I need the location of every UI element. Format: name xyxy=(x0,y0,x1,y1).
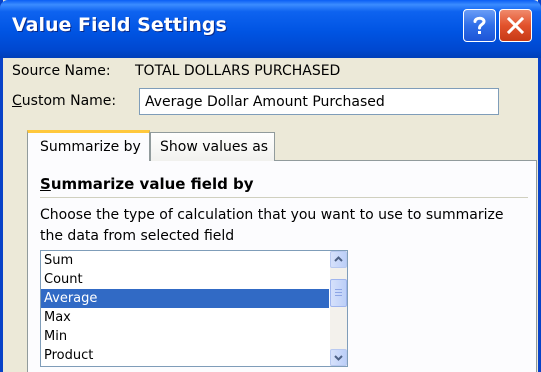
source-name-label: Source Name: xyxy=(12,63,111,79)
scroll-thumb[interactable] xyxy=(330,279,347,307)
tab-summarize-by[interactable]: Summarize by xyxy=(27,130,150,161)
list-item-max[interactable]: Max xyxy=(41,308,329,327)
custom-name-label: Custom Name: xyxy=(12,93,117,109)
chevron-down-icon xyxy=(334,355,343,361)
list-item-count[interactable]: Count xyxy=(41,270,329,289)
value-field-settings-dialog: Value Field Settings Source Name: TOTAL … xyxy=(0,0,541,372)
close-button[interactable] xyxy=(499,9,532,42)
list-item-sum[interactable]: Sum xyxy=(41,251,329,270)
grip-line xyxy=(335,295,342,296)
list-item-product[interactable]: Product xyxy=(41,346,329,365)
list-item-average[interactable]: Average xyxy=(41,289,329,308)
title-bar: Value Field Settings xyxy=(0,0,541,58)
grip-line xyxy=(335,292,342,293)
grip-line xyxy=(335,289,342,290)
listbox-scrollbar[interactable] xyxy=(330,251,347,366)
summary-function-listbox[interactable]: Sum Count Average Max Min Product xyxy=(40,250,348,367)
scroll-down-button[interactable] xyxy=(330,349,347,366)
close-x-icon xyxy=(506,16,525,35)
custom-name-input[interactable] xyxy=(139,88,499,115)
summarize-description: Choose the type of calculation that you … xyxy=(40,207,504,244)
list-item-min[interactable]: Min xyxy=(41,327,329,346)
section-heading: Summarize value field by xyxy=(40,175,254,193)
section-divider xyxy=(40,197,528,198)
tab-panel-summarize-by: Summarize value field by Choose the type… xyxy=(27,160,537,372)
source-name-value: TOTAL DOLLARS PURCHASED xyxy=(135,63,341,79)
question-mark-icon xyxy=(473,16,486,34)
help-button[interactable] xyxy=(463,9,496,42)
tab-show-values-as[interactable]: Show values as xyxy=(150,132,275,161)
dialog-title: Value Field Settings xyxy=(12,14,227,36)
chevron-up-icon xyxy=(334,256,343,262)
scroll-up-button[interactable] xyxy=(330,251,347,268)
